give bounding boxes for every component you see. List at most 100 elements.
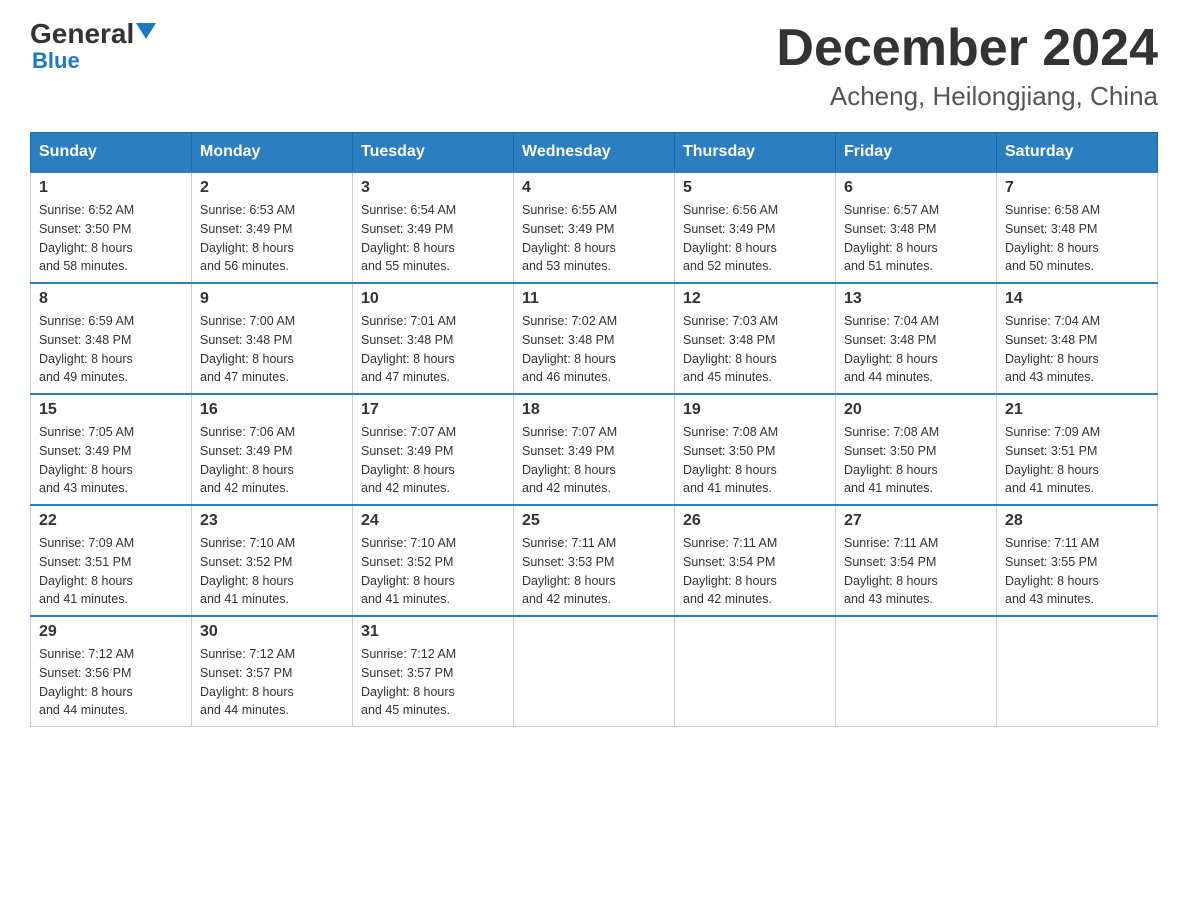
table-cell: 22 Sunrise: 7:09 AMSunset: 3:51 PMDaylig… bbox=[31, 505, 192, 616]
day-info: Sunrise: 7:11 AMSunset: 3:54 PMDaylight:… bbox=[683, 534, 827, 609]
day-number: 21 bbox=[1005, 401, 1149, 419]
day-info: Sunrise: 7:11 AMSunset: 3:55 PMDaylight:… bbox=[1005, 534, 1149, 609]
logo: General Blue bbox=[30, 20, 156, 74]
table-cell: 11 Sunrise: 7:02 AMSunset: 3:48 PMDaylig… bbox=[514, 283, 675, 394]
logo-text-blue: Blue bbox=[32, 48, 80, 74]
col-thursday: Thursday bbox=[675, 133, 836, 173]
day-number: 2 bbox=[200, 179, 344, 197]
day-number: 24 bbox=[361, 512, 505, 530]
calendar-header-row: Sunday Monday Tuesday Wednesday Thursday… bbox=[31, 133, 1158, 173]
table-cell: 12 Sunrise: 7:03 AMSunset: 3:48 PMDaylig… bbox=[675, 283, 836, 394]
week-row-3: 15 Sunrise: 7:05 AMSunset: 3:49 PMDaylig… bbox=[31, 394, 1158, 505]
day-number: 1 bbox=[39, 179, 183, 197]
day-number: 20 bbox=[844, 401, 988, 419]
day-number: 10 bbox=[361, 290, 505, 308]
day-number: 28 bbox=[1005, 512, 1149, 530]
day-info: Sunrise: 7:10 AMSunset: 3:52 PMDaylight:… bbox=[361, 534, 505, 609]
day-number: 30 bbox=[200, 623, 344, 641]
day-number: 6 bbox=[844, 179, 988, 197]
day-number: 16 bbox=[200, 401, 344, 419]
day-number: 17 bbox=[361, 401, 505, 419]
week-row-1: 1 Sunrise: 6:52 AMSunset: 3:50 PMDayligh… bbox=[31, 172, 1158, 283]
week-row-4: 22 Sunrise: 7:09 AMSunset: 3:51 PMDaylig… bbox=[31, 505, 1158, 616]
table-cell: 17 Sunrise: 7:07 AMSunset: 3:49 PMDaylig… bbox=[353, 394, 514, 505]
day-number: 11 bbox=[522, 290, 666, 308]
day-number: 19 bbox=[683, 401, 827, 419]
col-sunday: Sunday bbox=[31, 133, 192, 173]
day-info: Sunrise: 7:08 AMSunset: 3:50 PMDaylight:… bbox=[844, 423, 988, 498]
col-wednesday: Wednesday bbox=[514, 133, 675, 173]
day-info: Sunrise: 6:53 AMSunset: 3:49 PMDaylight:… bbox=[200, 201, 344, 276]
calendar-table: Sunday Monday Tuesday Wednesday Thursday… bbox=[30, 132, 1158, 727]
day-number: 7 bbox=[1005, 179, 1149, 197]
day-info: Sunrise: 7:02 AMSunset: 3:48 PMDaylight:… bbox=[522, 312, 666, 387]
day-info: Sunrise: 7:06 AMSunset: 3:49 PMDaylight:… bbox=[200, 423, 344, 498]
col-monday: Monday bbox=[192, 133, 353, 173]
table-cell bbox=[836, 616, 997, 727]
day-number: 14 bbox=[1005, 290, 1149, 308]
day-number: 23 bbox=[200, 512, 344, 530]
day-number: 3 bbox=[361, 179, 505, 197]
table-cell: 5 Sunrise: 6:56 AMSunset: 3:49 PMDayligh… bbox=[675, 172, 836, 283]
table-cell: 24 Sunrise: 7:10 AMSunset: 3:52 PMDaylig… bbox=[353, 505, 514, 616]
calendar-subtitle: Acheng, Heilongjiang, China bbox=[776, 81, 1158, 112]
table-cell: 23 Sunrise: 7:10 AMSunset: 3:52 PMDaylig… bbox=[192, 505, 353, 616]
table-cell: 26 Sunrise: 7:11 AMSunset: 3:54 PMDaylig… bbox=[675, 505, 836, 616]
week-row-2: 8 Sunrise: 6:59 AMSunset: 3:48 PMDayligh… bbox=[31, 283, 1158, 394]
table-cell: 20 Sunrise: 7:08 AMSunset: 3:50 PMDaylig… bbox=[836, 394, 997, 505]
table-cell bbox=[514, 616, 675, 727]
table-cell: 16 Sunrise: 7:06 AMSunset: 3:49 PMDaylig… bbox=[192, 394, 353, 505]
day-info: Sunrise: 7:03 AMSunset: 3:48 PMDaylight:… bbox=[683, 312, 827, 387]
table-cell: 2 Sunrise: 6:53 AMSunset: 3:49 PMDayligh… bbox=[192, 172, 353, 283]
day-number: 15 bbox=[39, 401, 183, 419]
day-info: Sunrise: 7:09 AMSunset: 3:51 PMDaylight:… bbox=[1005, 423, 1149, 498]
table-cell: 29 Sunrise: 7:12 AMSunset: 3:56 PMDaylig… bbox=[31, 616, 192, 727]
day-info: Sunrise: 6:59 AMSunset: 3:48 PMDaylight:… bbox=[39, 312, 183, 387]
table-cell: 3 Sunrise: 6:54 AMSunset: 3:49 PMDayligh… bbox=[353, 172, 514, 283]
table-cell: 15 Sunrise: 7:05 AMSunset: 3:49 PMDaylig… bbox=[31, 394, 192, 505]
day-info: Sunrise: 6:54 AMSunset: 3:49 PMDaylight:… bbox=[361, 201, 505, 276]
day-info: Sunrise: 7:00 AMSunset: 3:48 PMDaylight:… bbox=[200, 312, 344, 387]
table-cell: 1 Sunrise: 6:52 AMSunset: 3:50 PMDayligh… bbox=[31, 172, 192, 283]
day-number: 25 bbox=[522, 512, 666, 530]
day-number: 29 bbox=[39, 623, 183, 641]
table-cell: 19 Sunrise: 7:08 AMSunset: 3:50 PMDaylig… bbox=[675, 394, 836, 505]
day-number: 4 bbox=[522, 179, 666, 197]
day-info: Sunrise: 7:07 AMSunset: 3:49 PMDaylight:… bbox=[522, 423, 666, 498]
day-info: Sunrise: 7:01 AMSunset: 3:48 PMDaylight:… bbox=[361, 312, 505, 387]
day-number: 8 bbox=[39, 290, 183, 308]
table-cell: 14 Sunrise: 7:04 AMSunset: 3:48 PMDaylig… bbox=[997, 283, 1158, 394]
page-header: General Blue December 2024 Acheng, Heilo… bbox=[30, 20, 1158, 112]
day-info: Sunrise: 6:55 AMSunset: 3:49 PMDaylight:… bbox=[522, 201, 666, 276]
day-info: Sunrise: 6:56 AMSunset: 3:49 PMDaylight:… bbox=[683, 201, 827, 276]
col-tuesday: Tuesday bbox=[353, 133, 514, 173]
table-cell: 9 Sunrise: 7:00 AMSunset: 3:48 PMDayligh… bbox=[192, 283, 353, 394]
day-number: 22 bbox=[39, 512, 183, 530]
table-cell: 28 Sunrise: 7:11 AMSunset: 3:55 PMDaylig… bbox=[997, 505, 1158, 616]
table-cell: 6 Sunrise: 6:57 AMSunset: 3:48 PMDayligh… bbox=[836, 172, 997, 283]
table-cell: 25 Sunrise: 7:11 AMSunset: 3:53 PMDaylig… bbox=[514, 505, 675, 616]
day-info: Sunrise: 7:10 AMSunset: 3:52 PMDaylight:… bbox=[200, 534, 344, 609]
day-number: 27 bbox=[844, 512, 988, 530]
day-info: Sunrise: 7:04 AMSunset: 3:48 PMDaylight:… bbox=[844, 312, 988, 387]
table-cell: 30 Sunrise: 7:12 AMSunset: 3:57 PMDaylig… bbox=[192, 616, 353, 727]
day-number: 9 bbox=[200, 290, 344, 308]
day-number: 26 bbox=[683, 512, 827, 530]
table-cell: 18 Sunrise: 7:07 AMSunset: 3:49 PMDaylig… bbox=[514, 394, 675, 505]
day-number: 12 bbox=[683, 290, 827, 308]
table-cell: 27 Sunrise: 7:11 AMSunset: 3:54 PMDaylig… bbox=[836, 505, 997, 616]
day-info: Sunrise: 7:12 AMSunset: 3:57 PMDaylight:… bbox=[200, 645, 344, 720]
day-info: Sunrise: 7:12 AMSunset: 3:57 PMDaylight:… bbox=[361, 645, 505, 720]
day-number: 31 bbox=[361, 623, 505, 641]
day-number: 13 bbox=[844, 290, 988, 308]
week-row-5: 29 Sunrise: 7:12 AMSunset: 3:56 PMDaylig… bbox=[31, 616, 1158, 727]
col-saturday: Saturday bbox=[997, 133, 1158, 173]
day-number: 18 bbox=[522, 401, 666, 419]
table-cell bbox=[997, 616, 1158, 727]
title-section: December 2024 Acheng, Heilongjiang, Chin… bbox=[776, 20, 1158, 112]
col-friday: Friday bbox=[836, 133, 997, 173]
day-info: Sunrise: 7:09 AMSunset: 3:51 PMDaylight:… bbox=[39, 534, 183, 609]
table-cell: 10 Sunrise: 7:01 AMSunset: 3:48 PMDaylig… bbox=[353, 283, 514, 394]
calendar-title: December 2024 bbox=[776, 20, 1158, 77]
table-cell bbox=[675, 616, 836, 727]
